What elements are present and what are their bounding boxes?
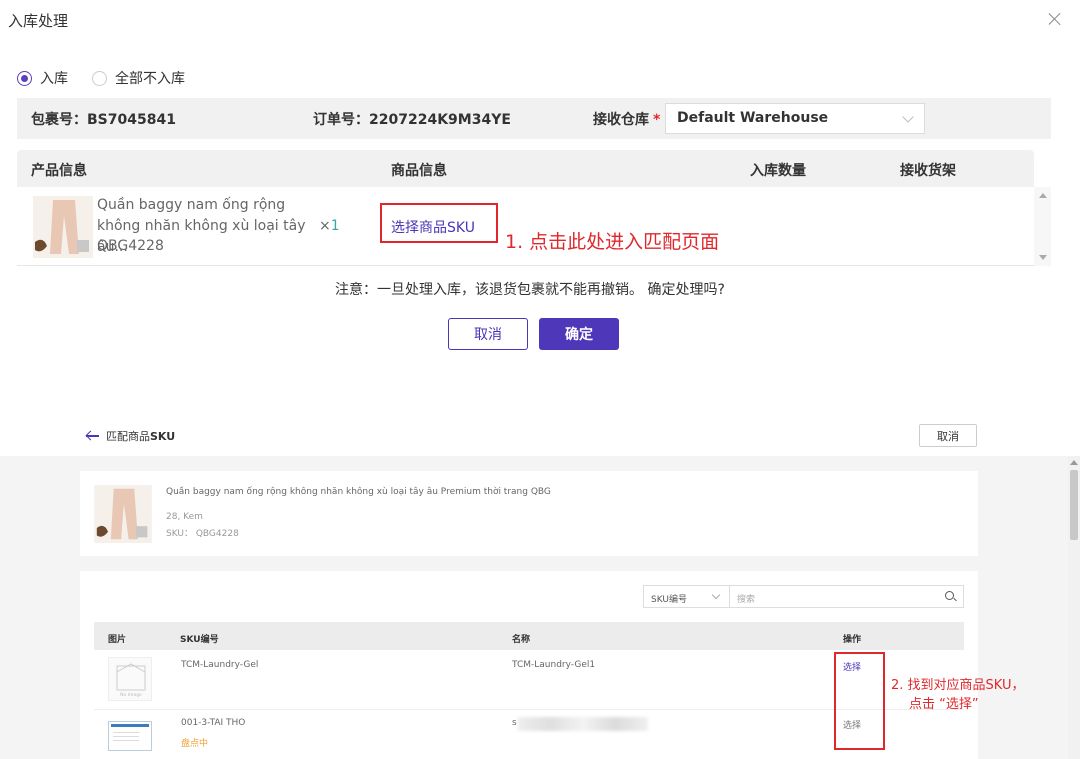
back-title: 匹配商品SKU [106,428,175,444]
search-placeholder: 搜索 [737,595,756,605]
no-image-label: No Image [120,692,142,698]
col-name: 名称 [512,635,531,645]
table-scrollbar[interactable] [1034,187,1051,266]
product-thumbnail [33,196,93,258]
annotation-text-2-line2: 点击 “选择” [909,697,979,712]
scroll-up-icon[interactable] [1039,193,1047,198]
cancel-button[interactable]: 取消 [448,318,528,350]
package-info-bar: 包裹号：BS7045841 订单号：2207224K9M34YE 接收仓库 * D… [17,98,1051,139]
annotation-box-2 [834,652,885,750]
page-scrollbar[interactable] [1068,456,1080,759]
confirm-warning: 注意：一旦处理入库，该退货包裹就不能再撤销。 确定处理吗? [335,282,725,298]
source-product-card: Quần baggy nam ống rộng không nhăn không… [80,471,978,556]
back-link[interactable]: 匹配商品SKU [86,428,175,444]
radio-inbound-label: 入库 [40,71,68,87]
col-image: 图片 [108,635,127,645]
scroll-up-icon[interactable] [1070,460,1078,465]
back-title-prefix: 匹配商品 [106,430,150,443]
radio-unchecked-icon [92,70,107,86]
col-inbound-qty: 入库数量 [750,163,806,179]
row2-sku: 001-3-TAI THO [181,718,246,728]
warehouse-select[interactable]: Default Warehouse [665,103,925,134]
radio-inbound[interactable]: 入库 [17,68,68,88]
scroll-thumb[interactable] [1070,470,1078,540]
dialog-title: 入库处理 [8,12,69,30]
annotation-text-1: 1. 点击此处进入匹配页面 [505,231,720,253]
arrow-left-icon [86,431,100,441]
product-table-header: 产品信息 商品信息 入库数量 接收货架 [17,150,1034,187]
source-product-attributes: 28, Kem [166,512,203,522]
row2-name-blurred [518,717,648,731]
chevron-down-icon [902,111,914,123]
row1-name: TCM-Laundry-Gel1 [512,660,596,670]
order-number: 订单号：2207224K9M34YE [313,111,511,128]
col-product-info: 产品信息 [31,163,87,179]
warehouse-select-value: Default Warehouse [677,110,829,126]
col-item-info: 商品信息 [391,163,447,179]
annotation-text-2-line1: 2. 找到对应商品SKU， [891,678,1025,693]
source-product-name: Quần baggy nam ống rộng không nhăn không… [166,487,551,497]
row2-status-badge: 盘点中 [181,739,209,749]
row1-sku: TCM-Laundry-Gel [181,660,259,670]
confirm-button[interactable]: 确定 [539,318,619,350]
product-sku: QBG4228 [97,238,164,254]
chevron-down-icon [711,590,721,600]
sku-filter-value: SKU编号 [651,595,687,605]
sku-table-header: 图片 SKU编号 名称 操作 [94,622,964,650]
scroll-down-icon[interactable] [1039,255,1047,260]
document-thumbnail [108,721,152,751]
source-product-sku: SKU： QBG4228 [166,529,239,539]
warehouse-label-text: 接收仓库 [593,111,649,128]
col-receive-shelf: 接收货架 [900,163,956,179]
annotation-box-1 [380,203,498,243]
search-icon[interactable] [945,591,954,600]
annotation-text-2: 2. 找到对应商品SKU， 点击 “选择” [891,676,1024,714]
radio-none-inbound[interactable]: 全部不入库 [92,68,185,88]
col-sku-code: SKU编号 [180,635,219,645]
back-title-bold: SKU [150,430,176,443]
radio-checked-icon [17,70,32,86]
required-mark: * [653,111,661,128]
close-icon[interactable] [1046,10,1064,28]
no-image-icon: No Image [108,657,152,701]
product-quantity: ×1 [319,218,340,234]
sku-filter-select[interactable]: SKU编号 [643,585,729,608]
search-input[interactable]: 搜索 [729,585,964,608]
package-number: 包裹号：BS7045841 [31,111,176,128]
qty-value: 1 [330,218,340,234]
warehouse-label: 接收仓库 * [593,109,660,129]
row2-name: s [512,718,517,728]
radio-none-label: 全部不入库 [115,71,185,87]
inbound-radio-group: 入库 全部不入库 [17,68,209,88]
source-product-thumbnail [94,485,152,543]
qty-prefix: × [319,218,331,234]
match-cancel-button[interactable]: 取消 [919,424,977,447]
col-action: 操作 [843,635,862,645]
